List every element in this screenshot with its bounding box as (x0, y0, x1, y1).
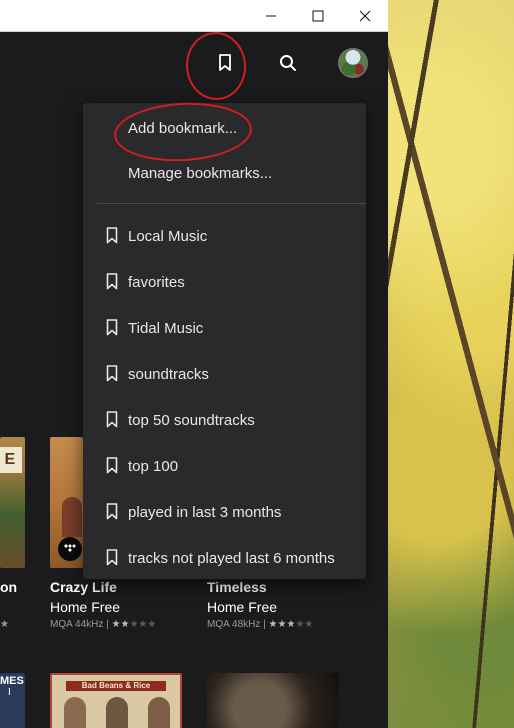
rating-stars: ★★★★★ (268, 619, 314, 630)
bookmark-label: top 50 soundtracks (128, 411, 255, 429)
bookmark-label: played in last 3 months (128, 503, 282, 521)
app-window: E on ★ Crazy Life Home Free MQA 44kHz | … (0, 0, 388, 728)
manage-bookmarks-item[interactable]: Manage bookmarks... (83, 152, 366, 194)
album-cover-banner: Bad Beans & Rice (66, 681, 166, 691)
bookmark-icon (106, 549, 118, 566)
album-meta-left: ★ (0, 619, 9, 630)
tidal-icon (64, 544, 76, 552)
maximize-icon (312, 10, 324, 21)
bookmark-item-top-100[interactable]: top 100 (83, 445, 366, 487)
album-cover-bad-beans[interactable]: Bad Beans & Rice (50, 673, 182, 728)
album-artist-crazy-life[interactable]: Home Free (50, 599, 120, 615)
bookmark-item-local-music[interactable]: Local Music (83, 215, 366, 257)
album-cover-left[interactable]: E (0, 437, 25, 568)
bookmark-item-not-played-6-months[interactable]: tracks not played last 6 months (83, 537, 366, 579)
minimize-icon (266, 15, 276, 16)
minimize-button[interactable] (248, 0, 294, 31)
album-cover-text: I (8, 687, 11, 698)
bookmark-icon (106, 365, 118, 382)
bookmark-icon (106, 457, 118, 474)
bookmark-icon (106, 411, 118, 428)
album-title-left: on (0, 579, 18, 595)
title-bar (0, 0, 388, 32)
menu-divider (97, 203, 366, 204)
album-quality-crazy-life: MQA 44kHz | (50, 619, 109, 630)
album-meta-crazy-life: MQA 44kHz | ★★★★★ (50, 619, 156, 630)
close-button[interactable] (342, 0, 388, 31)
bookmark-item-top-50-soundtracks[interactable]: top 50 soundtracks (83, 399, 366, 441)
bookmark-label: top 100 (128, 457, 179, 475)
bookmark-icon (106, 273, 118, 290)
bookmark-label: tracks not played last 6 months (128, 549, 335, 567)
album-artist-timeless[interactable]: Home Free (207, 599, 277, 615)
bookmark-label: favorites (128, 273, 185, 291)
manage-bookmarks-label: Manage bookmarks... (128, 164, 273, 182)
album-cover-text: MES (0, 675, 24, 687)
bookmark-icon (106, 503, 118, 520)
close-icon (359, 10, 371, 21)
bookmark-item-soundtracks[interactable]: soundtracks (83, 353, 366, 395)
bookmark-icon (106, 319, 118, 336)
bookmark-label: soundtracks (128, 365, 209, 383)
user-avatar[interactable] (338, 48, 368, 78)
bookmark-label: Tidal Music (128, 319, 204, 337)
album-cover-bottom-left[interactable]: MES I (0, 673, 25, 728)
bookmark-label: Local Music (128, 227, 208, 245)
album-cover-dark-portrait[interactable] (207, 673, 339, 728)
album-title-timeless[interactable]: Timeless (207, 579, 267, 595)
bookmark-item-played-last-3-months[interactable]: played in last 3 months (83, 491, 366, 533)
search-button[interactable] (273, 48, 303, 78)
album-title-crazy-life[interactable]: Crazy Life (50, 579, 117, 595)
bookmark-item-tidal-music[interactable]: Tidal Music (83, 307, 366, 349)
maximize-button[interactable] (295, 0, 341, 31)
search-icon (280, 55, 296, 71)
album-quality-timeless: MQA 48kHz | (207, 619, 266, 630)
tidal-badge (58, 537, 82, 561)
rating-stars: ★★★★★ (111, 619, 157, 630)
bookmarks-menu: Add bookmark... Manage bookmarks... Loca… (83, 103, 366, 579)
desktop-wallpaper (388, 0, 514, 728)
bookmark-item-favorites[interactable]: favorites (83, 261, 366, 303)
bookmark-icon (106, 227, 118, 244)
album-meta-timeless: MQA 48kHz | ★★★★★ (207, 619, 313, 630)
